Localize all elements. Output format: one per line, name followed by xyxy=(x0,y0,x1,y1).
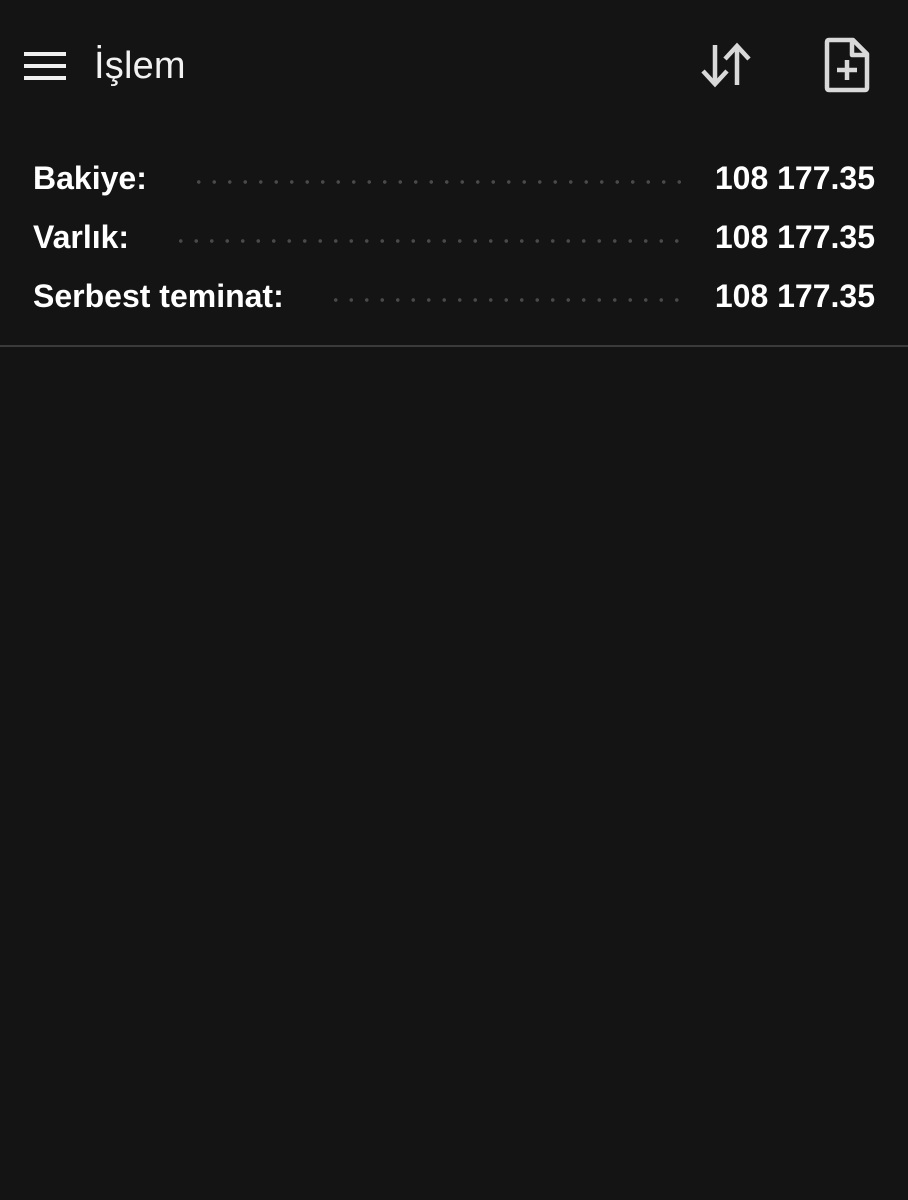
app-bar: İşlem xyxy=(0,0,908,132)
equity-row: Varlık: 108 177.35 xyxy=(0,207,908,266)
dotted-leader xyxy=(327,297,689,302)
equity-label: Varlık: xyxy=(33,218,130,255)
sort-button[interactable] xyxy=(694,34,760,96)
free-margin-label: Serbest teminat: xyxy=(33,277,284,314)
new-document-icon xyxy=(824,37,870,93)
equity-value: 108 177.35 xyxy=(714,218,875,255)
balance-label: Bakiye: xyxy=(33,159,147,196)
balance-value: 108 177.35 xyxy=(714,159,875,196)
balance-row: Bakiye: 108 177.35 xyxy=(0,148,908,207)
page-title: İşlem xyxy=(94,45,186,87)
account-summary: Bakiye: 108 177.35 Varlık: 108 177.35 Se… xyxy=(0,148,908,325)
hamburger-menu-icon xyxy=(24,52,66,80)
free-margin-row: Serbest teminat: 108 177.35 xyxy=(0,266,908,325)
free-margin-value: 108 177.35 xyxy=(714,277,875,314)
new-document-button[interactable] xyxy=(816,32,878,98)
menu-button[interactable] xyxy=(14,36,78,96)
dotted-leader xyxy=(190,179,689,184)
trade-list-area xyxy=(0,347,908,1200)
sort-arrows-icon xyxy=(701,42,751,88)
dotted-leader xyxy=(173,238,689,243)
